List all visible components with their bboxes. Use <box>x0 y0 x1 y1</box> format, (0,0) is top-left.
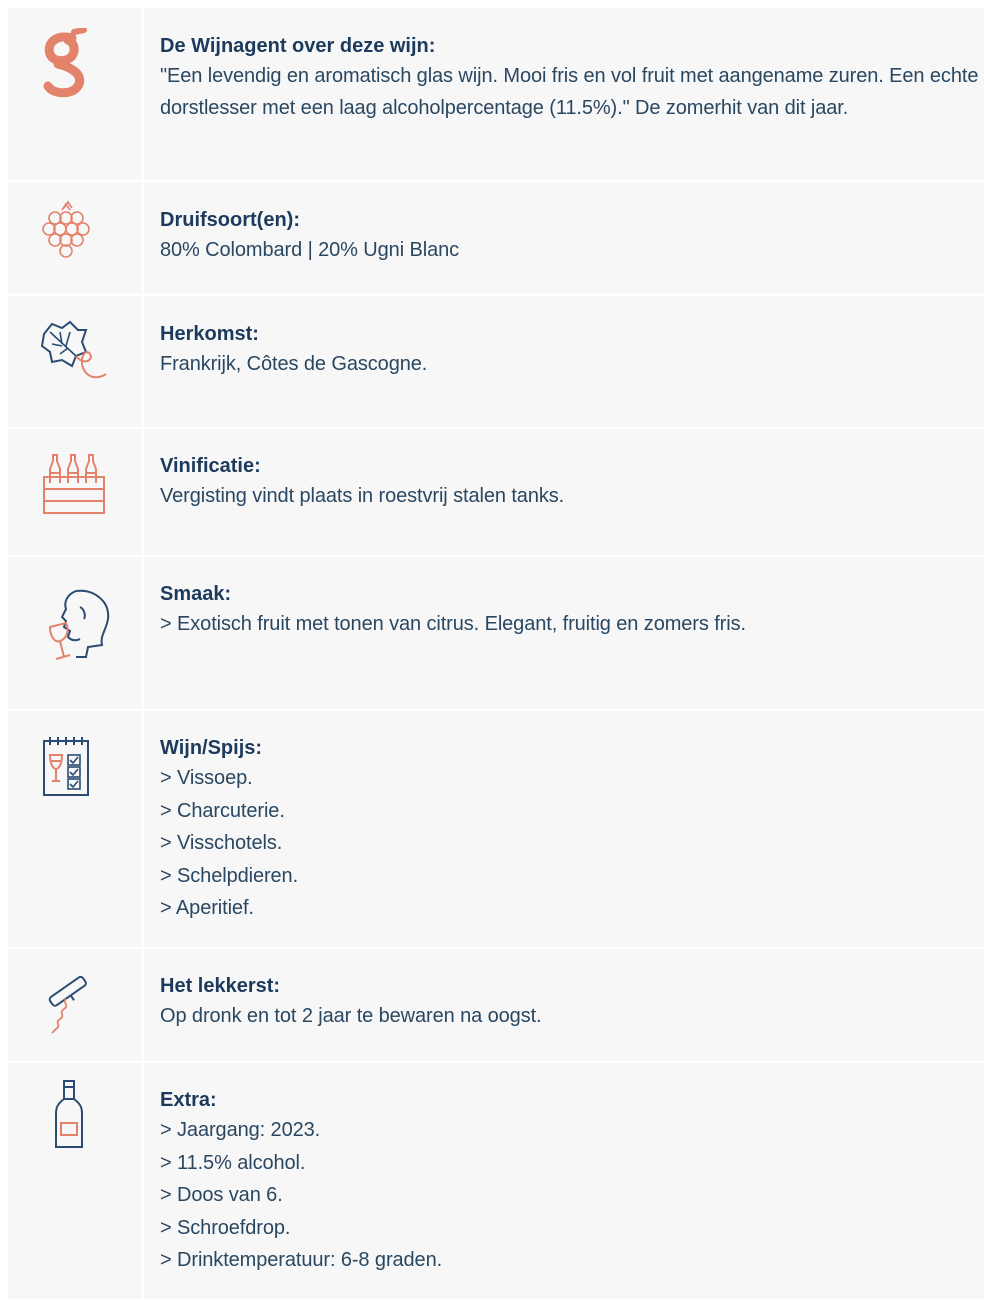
vine-leaf-icon <box>40 320 107 379</box>
row-title: Druifsoort(en): <box>160 209 300 231</box>
icon-cell <box>8 296 144 427</box>
wine-crate-icon <box>43 454 105 514</box>
row-body: > Exotisch fruit met tonen van citrus. E… <box>160 613 746 635</box>
row-body: Vergisting vindt plaats in roestvrij sta… <box>160 485 565 507</box>
list-item: > Charcuterie. <box>160 799 285 822</box>
row-title: Herkomst: <box>160 323 259 345</box>
info-row-wijn-spijs: Wijn/Spijs: > Vissoep. > Charcuterie. > … <box>8 711 984 949</box>
row-body: 80% Colombard | 20% Ugni Blanc <box>160 239 460 261</box>
wine-bottle-icon <box>55 1080 83 1148</box>
list-item: > Schroefdrop. <box>160 1216 291 1239</box>
info-row-wijnagent: De Wijnagent over deze wijn: "Een levend… <box>8 8 984 182</box>
row-title: De Wijnagent over deze wijn: <box>160 35 436 57</box>
row-body: Frankrijk, Côtes de Gascogne. <box>160 353 428 375</box>
list-item: > Drinktemperatuur: 6-8 graden. <box>160 1249 443 1271</box>
grapes-icon <box>42 200 90 258</box>
row-title: Het lekkerst: <box>160 975 281 997</box>
icon-cell <box>8 182 144 294</box>
icon-cell <box>8 1063 144 1299</box>
row-title: Vinificatie: <box>160 455 261 477</box>
icon-cell <box>8 8 144 180</box>
row-body: "Een levendig en aromatisch glas wijn. M… <box>160 65 979 119</box>
row-title: Wijn/Spijs: <box>160 737 263 759</box>
corkscrew-icon <box>48 975 87 1034</box>
row-body: Op dronk en tot 2 jaar te bewaren na oog… <box>160 1005 542 1027</box>
menu-checklist-icon <box>43 737 89 796</box>
info-row-smaak: Smaak: > Exotisch fruit met tonen van ci… <box>8 557 984 711</box>
icon-cell <box>8 711 144 947</box>
list-item: > Schelpdieren. <box>160 864 299 887</box>
row-title: Smaak: <box>160 583 232 605</box>
tasting-head-icon <box>48 589 110 660</box>
list-item: > Doos van 6. <box>160 1184 283 1206</box>
list-item: > Jaargang: 2023. <box>160 1119 321 1141</box>
list-item: > Vissoep. <box>160 767 253 789</box>
wijnagent-logo-icon <box>43 28 87 98</box>
list-item: > Visschotels. <box>160 832 283 854</box>
info-row-extra: Extra: > Jaargang: 2023. > 11.5% alcohol… <box>8 1063 984 1301</box>
icon-cell <box>8 429 144 555</box>
icon-cell <box>8 557 144 709</box>
row-title: Extra: <box>160 1089 217 1111</box>
info-row-herkomst: Herkomst: Frankrijk, Côtes de Gascogne. <box>8 296 984 429</box>
info-row-druifsoort: Druifsoort(en): 80% Colombard | 20% Ugni… <box>8 182 984 296</box>
icon-cell <box>8 949 144 1061</box>
wine-info-table: De Wijnagent over deze wijn: "Een levend… <box>8 8 984 1301</box>
list-item: > 11.5% alcohol. <box>160 1151 306 1174</box>
list-item: > Aperitief. <box>160 897 254 919</box>
info-row-vinificatie: Vinificatie: Vergisting vindt plaats in … <box>8 429 984 557</box>
info-row-het-lekkerst: Het lekkerst: Op dronk en tot 2 jaar te … <box>8 949 984 1063</box>
